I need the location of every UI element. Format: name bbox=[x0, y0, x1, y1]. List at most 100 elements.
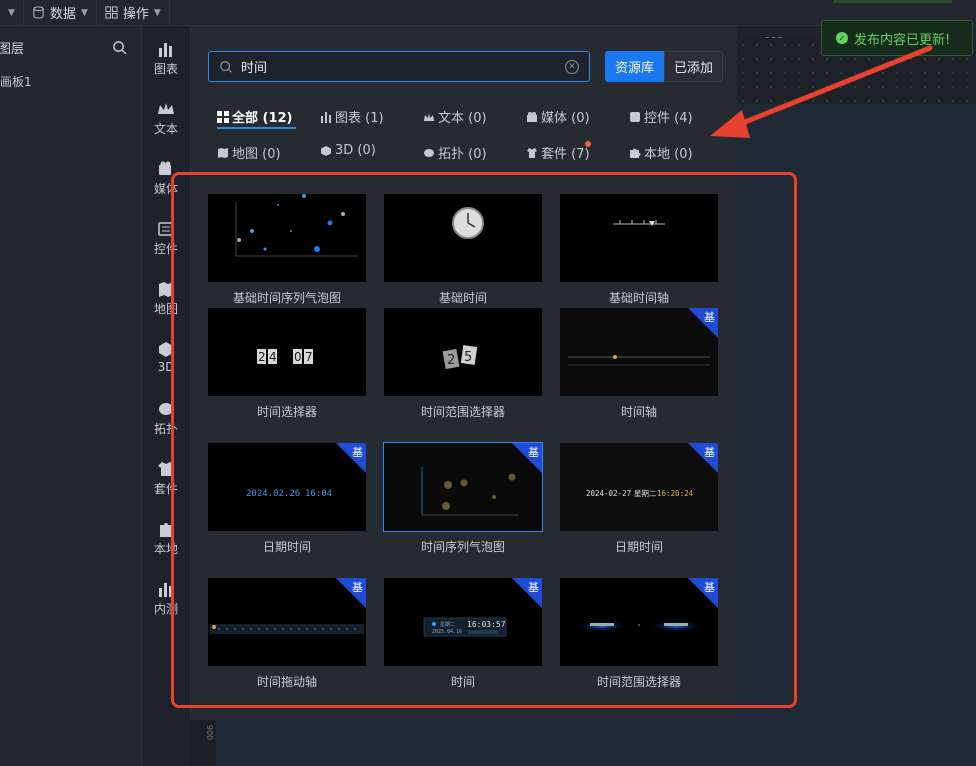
range-picker-thumbnail: 5 2 bbox=[384, 308, 542, 396]
component-card[interactable]: 星期二 2025.04.16 16:03:57 基 时间 bbox=[384, 578, 542, 690]
thumb-weekday: 星期二 bbox=[440, 622, 455, 628]
svg-text:0: 0 bbox=[294, 350, 302, 364]
rail-item-map[interactable]: 地图 bbox=[142, 280, 190, 317]
rail-item-kit[interactable]: 套件 bbox=[142, 460, 190, 497]
badge-label: 基 bbox=[528, 446, 539, 459]
topology-icon bbox=[424, 148, 434, 157]
data-menu-label: 数据 bbox=[49, 7, 76, 22]
resource-panel: 时间 ✕ 资源库 已添加 全部 (12) 图表 (1) 文本 (0) 媒体 (0… bbox=[190, 26, 737, 720]
component-card[interactable]: 基 时间轴 bbox=[560, 308, 718, 420]
tab-chart[interactable]: 图表 (1) bbox=[320, 107, 384, 126]
tab-kit[interactable]: 套件 (7) bbox=[526, 143, 590, 162]
tab-label: 地图 (0) bbox=[232, 147, 281, 162]
search-icon bbox=[220, 60, 232, 73]
component-card[interactable]: 2024-02-27 星期二 16:20:24 基 日期时间 bbox=[560, 443, 718, 555]
date-picker-thumbnail: 2 4 0 7 bbox=[208, 308, 366, 396]
rail-item-3d[interactable]: 3D bbox=[142, 340, 190, 374]
card-label: 基础时间轴 bbox=[608, 291, 669, 305]
card-label: 日期时间 bbox=[262, 540, 311, 554]
svg-text:4: 4 bbox=[269, 350, 277, 364]
topology-icon bbox=[159, 403, 173, 415]
card-label: 时间轴 bbox=[620, 405, 657, 419]
drag-axis-thumbnail: 基 bbox=[208, 578, 366, 666]
tab-label: 套件 (7) bbox=[541, 147, 590, 162]
search-value: 时间 bbox=[241, 61, 268, 76]
rail-item-chart[interactable]: 图表 bbox=[142, 40, 190, 77]
chevron-down-icon: ▼ bbox=[8, 7, 15, 18]
component-card[interactable]: 2024.02.26 16:04 基 日期时间 bbox=[208, 443, 366, 555]
control-icon bbox=[158, 222, 174, 236]
added-button[interactable]: 已添加 bbox=[664, 51, 724, 82]
library-button[interactable]: 资源库 bbox=[605, 51, 665, 82]
tab-topology[interactable]: 拓扑 (0) bbox=[423, 143, 487, 162]
badge-label: 基 bbox=[704, 311, 715, 324]
tab-label: 3D (0) bbox=[335, 143, 376, 158]
thumb-date: 2024.02.26 bbox=[246, 489, 300, 499]
card-label: 时间范围选择器 bbox=[420, 405, 505, 419]
media-icon bbox=[527, 111, 537, 122]
component-card[interactable]: 基 时间范围选择器 bbox=[560, 578, 718, 690]
component-card[interactable]: 2 4 0 7 时间选择器 bbox=[208, 308, 366, 420]
grid-icon bbox=[217, 110, 229, 123]
bar-chart-icon bbox=[159, 583, 172, 597]
bar-chart-icon bbox=[159, 43, 172, 57]
component-card[interactable]: 基础时间 bbox=[384, 194, 542, 306]
layer-item[interactable]: 画板1 bbox=[0, 73, 141, 90]
search-input[interactable]: 时间 ✕ bbox=[208, 51, 590, 82]
card-label: 基础时间序列气泡图 bbox=[232, 291, 341, 305]
time-axis-thumbnail: 基 bbox=[560, 308, 718, 396]
badge-label: 基 bbox=[704, 446, 715, 459]
rail-item-beta[interactable]: 内测 bbox=[142, 580, 190, 617]
timeline-thumbnail bbox=[560, 194, 718, 282]
rail-item-control[interactable]: 控件 bbox=[142, 220, 190, 257]
rail-item-media[interactable]: 媒体 bbox=[142, 160, 190, 197]
rail-item-local[interactable]: 本地 bbox=[142, 520, 190, 557]
card-label: 日期时间 bbox=[614, 540, 663, 554]
tab-control[interactable]: 控件 (4) bbox=[629, 107, 693, 126]
component-card[interactable]: 基 时间序列气泡图 bbox=[383, 442, 543, 555]
card-label: 时间选择器 bbox=[256, 405, 317, 419]
tab-text[interactable]: 文本 (0) bbox=[423, 107, 487, 126]
tab-map[interactable]: 地图 (0) bbox=[217, 143, 281, 162]
rail-item-topology[interactable]: 拓扑 bbox=[142, 400, 190, 437]
cube-icon bbox=[321, 145, 331, 156]
tab-label: 全部 (12) bbox=[232, 111, 293, 126]
component-card[interactable]: 5 2 时间范围选择器 bbox=[384, 308, 542, 420]
toast-progress bbox=[834, 0, 952, 3]
rail-label: 控件 bbox=[153, 242, 178, 256]
rail-label: 3D bbox=[157, 360, 175, 374]
rail-label: 地图 bbox=[153, 302, 178, 316]
search-icon[interactable] bbox=[112, 40, 127, 55]
tab-label: 图表 (1) bbox=[335, 111, 384, 126]
bubble-chart-thumbnail bbox=[208, 194, 366, 282]
rail-label: 拓扑 bbox=[153, 422, 178, 436]
tab-3d[interactable]: 3D (0) bbox=[320, 143, 376, 158]
bubble-series-thumbnail: 基 bbox=[383, 442, 543, 532]
cube-icon bbox=[159, 342, 173, 357]
component-card[interactable]: 基 时间拖动轴 bbox=[208, 578, 366, 690]
component-card[interactable]: 基础时间序列气泡图 bbox=[208, 194, 366, 306]
badge-label: 基 bbox=[704, 581, 715, 594]
puzzle-icon bbox=[630, 148, 641, 158]
datetime-thumbnail: 2024-02-27 星期二 16:20:24 基 bbox=[560, 443, 718, 531]
crown-icon bbox=[158, 103, 174, 114]
card-label: 时间 bbox=[450, 675, 475, 689]
camera-icon bbox=[159, 161, 171, 175]
ops-menu-label: 操作 bbox=[122, 7, 149, 22]
tab-media[interactable]: 媒体 (0) bbox=[526, 107, 590, 126]
ops-menu[interactable]: 操作 ▼ bbox=[97, 0, 170, 26]
chevron-down-icon: ▼ bbox=[80, 7, 88, 18]
data-menu[interactable]: 数据 ▼ bbox=[24, 0, 97, 26]
control-icon bbox=[630, 111, 640, 122]
clear-icon[interactable]: ✕ bbox=[565, 59, 579, 74]
chart-icon bbox=[321, 111, 331, 123]
badge-label: 基 bbox=[352, 446, 363, 459]
map-icon bbox=[218, 147, 228, 158]
component-card[interactable]: 基础时间轴 bbox=[560, 194, 718, 306]
tab-local[interactable]: 本地 (0) bbox=[629, 143, 693, 162]
rail-item-text[interactable]: 文本 bbox=[142, 100, 190, 137]
rail-label: 套件 bbox=[153, 482, 178, 496]
toolbar-collapse[interactable]: ▼ bbox=[0, 0, 24, 26]
tab-all[interactable]: 全部 (12) bbox=[217, 107, 293, 126]
time-thumbnail: 星期二 2025.04.16 16:03:57 基 bbox=[384, 578, 542, 666]
